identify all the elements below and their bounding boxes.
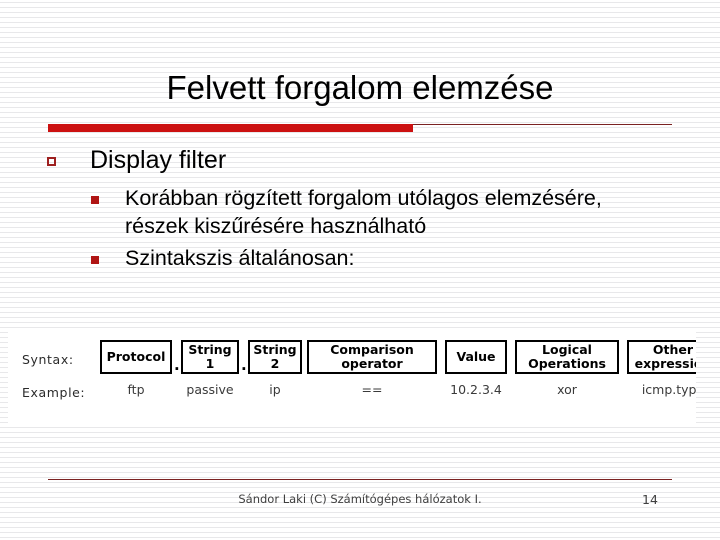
example-row-label: Example: <box>22 385 86 400</box>
slide-body: Display filter Korábban rögzített forgal… <box>0 144 720 272</box>
syntax-box-logical-operations: Logical Operations <box>515 340 619 374</box>
footer-page-number: 14 <box>642 492 658 507</box>
example-value-string-2: ip <box>269 382 281 397</box>
syntax-box-comparison-operator: Comparison operator <box>307 340 437 374</box>
syntax-box-value: Value <box>445 340 507 374</box>
syntax-separator-dot: . <box>241 356 247 374</box>
bullet-level2-label: Korábban rögzített forgalom utólagos ele… <box>125 186 602 238</box>
example-value-protocol: ftp <box>127 382 145 397</box>
syntax-separator-dot: . <box>174 356 180 374</box>
bullet-level2-usage: Korábban rögzített forgalom utólagos ele… <box>0 184 720 240</box>
syntax-box-string-1: String 1 <box>181 340 239 374</box>
syntax-box-string-2: String 2 <box>248 340 302 374</box>
bullet-level1-label: Display filter <box>90 146 227 174</box>
bullet-level2-label: Szintakszis általánosan: <box>125 246 355 270</box>
example-value-string-1: passive <box>186 382 234 397</box>
syntax-box-protocol: Protocol <box>100 340 172 374</box>
syntax-box-other-expression: Other expression <box>627 340 696 374</box>
slide-canvas: Felvett forgalom elemzése Display filter… <box>0 0 720 540</box>
example-value-comparison-operator: == <box>361 382 383 397</box>
page-title: Felvett forgalom elemzése <box>166 69 554 106</box>
display-filter-syntax-diagram: Syntax: Example: Protocol . String 1 . S… <box>8 330 696 426</box>
title-divider <box>48 122 672 132</box>
footer-credit: Sándor Laki (C) Számítógépes hálózatok I… <box>238 492 482 506</box>
syntax-row-label: Syntax: <box>22 352 74 367</box>
example-value-other-expression: icmp.type <box>641 382 696 397</box>
example-value-logical-operations: xor <box>557 382 577 397</box>
footer-divider <box>48 479 672 480</box>
bullet-level2-syntax: Szintakszis általánosan: <box>0 244 720 272</box>
example-value-value: 10.2.3.4 <box>450 382 502 397</box>
title-divider-thick-bar <box>48 124 413 132</box>
filled-square-bullet-icon <box>91 196 99 204</box>
filled-square-bullet-icon <box>91 256 99 264</box>
syntax-diagram-grid: Syntax: Example: Protocol . String 1 . S… <box>8 330 696 426</box>
hollow-square-bullet-icon <box>47 157 56 166</box>
bullet-level1-display-filter: Display filter <box>0 144 720 178</box>
